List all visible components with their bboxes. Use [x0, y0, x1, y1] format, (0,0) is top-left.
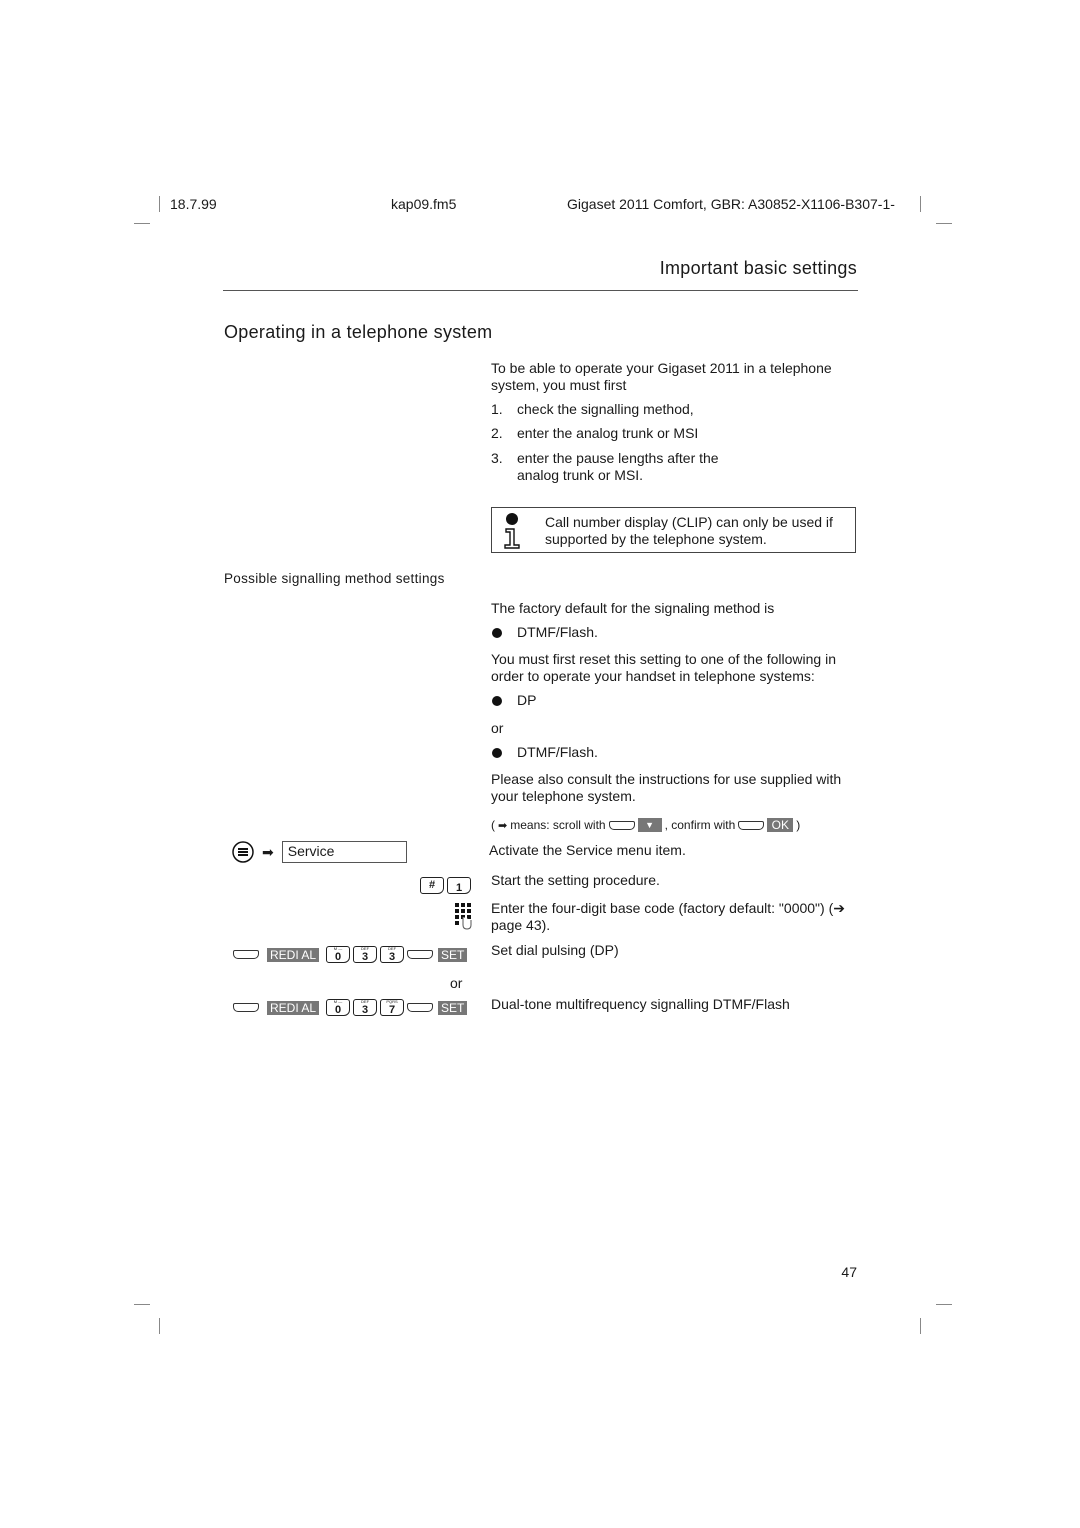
step-list-item: 1. check the signalling method,: [491, 401, 694, 418]
header-date: 18.7.99: [170, 196, 217, 212]
key-sequence: REDI AL M —0 DEF 3 DEF 3 SET: [233, 946, 468, 963]
legend-text: , confirm with: [664, 818, 736, 832]
softkey-right[interactable]: [407, 950, 434, 959]
legend: ( ➡ means: scroll with ▼ , confirm with …: [491, 818, 800, 832]
softkey-left[interactable]: [233, 950, 259, 959]
key-3[interactable]: DEF 3: [353, 946, 378, 963]
subsection-title: Possible signalling method settings: [224, 571, 445, 586]
key-3[interactable]: DEF 3: [353, 999, 378, 1016]
header-file: kap09.fm5: [391, 196, 457, 212]
chapter-title: Important basic settings: [659, 258, 857, 278]
ok-label: OK: [767, 818, 794, 832]
info-note-text: Call number display (CLIP) can only be u…: [545, 514, 833, 547]
step-list-item: 2. enter the analog trunk or MSI: [491, 425, 698, 442]
arrow-icon: ➡: [498, 819, 508, 832]
legend-paren: (: [491, 818, 495, 832]
bullet-item: DTMF/Flash.: [491, 744, 598, 761]
info-icon: [504, 513, 520, 549]
crop-mark: [936, 1304, 952, 1305]
consult-text: Please also consult the instructions for…: [491, 771, 842, 804]
bullet-item: DP: [491, 692, 536, 709]
down-arrow-icon: ▼: [637, 818, 662, 832]
step-description: Set dial pulsing (DP): [491, 942, 619, 958]
step-list-item: 3. enter the pause lengths after the anal…: [491, 450, 737, 484]
step-description: Enter the four-digit base code (factory …: [491, 900, 845, 933]
step-text: enter the analog trunk or MSI: [517, 425, 699, 441]
step-number: 3.: [491, 450, 503, 466]
header-product: Gigaset 2011 Comfort, GBR: A30852-X1106-…: [567, 196, 895, 212]
step-description: Dual-tone multifrequency signalling DTMF…: [491, 996, 790, 1012]
bullet-text: DP: [517, 692, 537, 708]
key-0[interactable]: M —0: [326, 999, 351, 1016]
step-text: enter the pause lengths after the analog…: [517, 450, 719, 483]
redial-label: REDI AL: [267, 947, 320, 962]
bullet-icon: [492, 748, 502, 759]
bullet-text: DTMF/Flash.: [517, 744, 598, 760]
set-label: SET: [438, 947, 468, 962]
step-text: check the signalling method,: [517, 401, 694, 417]
step-number: 2.: [491, 425, 503, 441]
or-text: or: [450, 975, 463, 991]
intro-text: To be able to operate your Gigaset 2011 …: [491, 360, 832, 393]
key-1[interactable]: 1: [447, 877, 471, 894]
redial-label: REDI AL: [267, 1000, 320, 1015]
key-sequence: REDI AL M —0 DEF 3 PQRS 7 SET: [233, 999, 468, 1016]
key-7[interactable]: PQRS 7: [380, 999, 405, 1016]
legend-text: means: scroll with: [510, 818, 606, 832]
crop-mark: [159, 196, 160, 212]
key-0[interactable]: M —0: [326, 946, 351, 963]
menu-item-service[interactable]: Service: [281, 841, 407, 863]
divider: [223, 290, 858, 291]
set-label: SET: [438, 1000, 468, 1015]
legend-paren: ): [796, 818, 801, 832]
softkey-icon: [738, 820, 765, 830]
bullet-text: DTMF/Flash.: [517, 624, 598, 640]
softkey-icon: [608, 820, 635, 830]
arrow-icon: ➡: [262, 843, 274, 860]
key-3[interactable]: DEF 3: [380, 946, 405, 963]
step-description: Start the setting procedure.: [491, 872, 660, 888]
or-text: or: [491, 720, 504, 736]
factory-default-text: The factory default for the signaling me…: [491, 600, 775, 616]
step-description: Activate the Service menu item.: [489, 842, 686, 858]
page-number: 47: [841, 1264, 857, 1280]
hash-key[interactable]: #: [420, 877, 444, 894]
keypad-icon: [455, 903, 472, 930]
bullet-icon: [492, 696, 502, 707]
bullet-item: DTMF/Flash.: [491, 624, 598, 641]
key-sequence: # 1: [420, 877, 471, 894]
crop-mark: [936, 223, 952, 224]
crop-mark: [920, 196, 921, 212]
section-title: Operating in a telephone system: [224, 322, 493, 342]
crop-mark: [134, 1304, 150, 1305]
menu-step: ➡ Service: [232, 841, 407, 863]
crop-mark: [920, 1318, 921, 1334]
bullet-icon: [492, 628, 502, 639]
menu-key-icon[interactable]: [232, 841, 254, 863]
softkey-right[interactable]: [407, 1003, 434, 1012]
step-number: 1.: [491, 401, 503, 417]
crop-mark: [159, 1318, 160, 1334]
softkey-left[interactable]: [233, 1003, 259, 1012]
crop-mark: [134, 223, 150, 224]
info-note-box: Call number display (CLIP) can only be u…: [491, 507, 856, 553]
reset-text: You must first reset this setting to one…: [491, 651, 837, 684]
